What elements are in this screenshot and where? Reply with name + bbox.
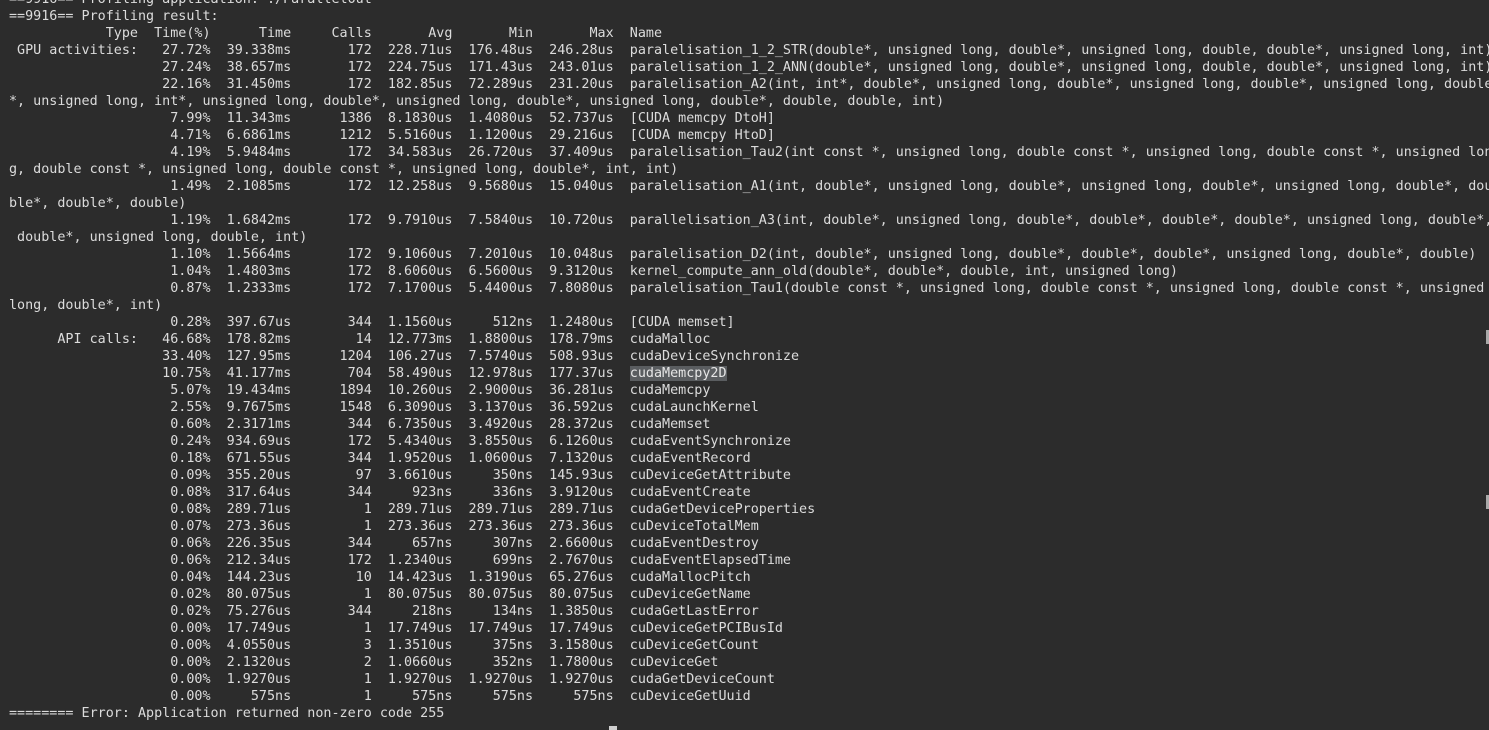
terminal-output[interactable]: ==9916== Profiling application: ./Parall… [0, 0, 1489, 722]
terminal-line: Type Time(%) Time Calls Avg Min Max Name [9, 26, 663, 41]
terminal-line: 22.16% 31.450ms 172 182.85us 72.289us 23… [9, 77, 1489, 92]
terminal-line: 0.02% 80.075us 1 80.075us 80.075us 80.07… [9, 587, 751, 602]
terminal-line: 0.28% 397.67us 344 1.1560us 512ns 1.2480… [9, 315, 735, 330]
terminal-line: 0.00% 4.0550us 3 1.3510us 375ns 3.1580us… [9, 638, 759, 653]
terminal-line: 0.07% 273.36us 1 273.36us 273.36us 273.3… [9, 519, 759, 534]
terminal-line: 0.60% 2.3171ms 344 6.7350us 3.4920us 28.… [9, 417, 711, 432]
terminal-line: 4.19% 5.9484ms 172 34.583us 26.720us 37.… [9, 145, 1489, 160]
terminal-line: API calls: 46.68% 178.82ms 14 12.773ms 1… [9, 332, 711, 347]
terminal-line: 0.18% 671.55us 344 1.9520us 1.0600us 7.1… [9, 451, 751, 466]
terminal-line: 0.00% 575ns 1 575ns 575ns 575ns cuDevice… [9, 689, 751, 704]
terminal-line: 0.24% 934.69us 172 5.4340us 3.8550us 6.1… [9, 434, 791, 449]
terminal-line: 0.87% 1.2333ms 172 7.1700us 5.4400us 7.8… [9, 281, 1485, 296]
terminal-line: long, double*, int) [9, 298, 163, 313]
terminal-line: 0.00% 2.1320us 2 1.0660us 352ns 1.7800us… [9, 655, 719, 670]
terminal-line: 0.00% 17.749us 1 17.749us 17.749us 17.74… [9, 621, 783, 636]
terminal-line: 2.55% 9.7675ms 1548 6.3090us 3.1370us 36… [9, 400, 759, 415]
terminal-line: 1.04% 1.4803ms 172 8.6060us 6.5600us 9.3… [9, 264, 1178, 279]
terminal-line: 0.08% 289.71us 1 289.71us 289.71us 289.7… [9, 502, 816, 517]
terminal-line: 1.10% 1.5664ms 172 9.1060us 7.2010us 10.… [9, 247, 1477, 262]
terminal-line: 0.06% 226.35us 344 657ns 307ns 2.6600us … [9, 536, 759, 551]
terminal-line: 0.04% 144.23us 10 14.423us 1.3190us 65.2… [9, 570, 751, 585]
terminal-line: ==9916== Profiling application: ./Parall… [9, 0, 1489, 8]
terminal-line: 33.40% 127.95ms 1204 106.27us 7.5740us 5… [9, 349, 800, 364]
terminal-line: ==9916== Profiling result: [9, 9, 219, 24]
terminal-line: 10.75% 41.177ms 704 58.490us 12.978us 17… [9, 366, 727, 381]
terminal-line: 0.09% 355.20us 97 3.6610us 350ns 145.93u… [9, 468, 791, 483]
terminal-line: ble*, double*, double) [9, 196, 187, 211]
terminal-cursor [609, 726, 617, 730]
terminal-line: *, unsigned long, int*, unsigned long, d… [9, 94, 945, 109]
terminal-line: g, double const *, unsigned long, double… [9, 162, 679, 177]
terminal-line: 0.06% 212.34us 172 1.2340us 699ns 2.7670… [9, 553, 791, 568]
terminal-line: ======== Error: Application returned non… [9, 706, 445, 721]
terminal-line: 0.00% 1.9270us 1 1.9270us 1.9270us 1.927… [9, 672, 775, 687]
terminal-line: 1.19% 1.6842ms 172 9.7910us 7.5840us 10.… [9, 213, 1489, 228]
terminal-line: 1.49% 2.1085ms 172 12.258us 9.5680us 15.… [9, 179, 1489, 194]
terminal-window[interactable]: ==9916== Profiling application: ./Parall… [0, 0, 1489, 730]
selected-text[interactable]: cudaMemcpy2D [629, 366, 727, 381]
terminal-line: 7.99% 11.343ms 1386 8.1830us 1.4080us 52… [9, 111, 775, 126]
terminal-line: 5.07% 19.434ms 1894 10.260us 2.9000us 36… [9, 383, 711, 398]
terminal-line: double*, unsigned long, double, int) [9, 230, 308, 245]
terminal-line: 0.02% 75.276us 344 218ns 134ns 1.3850us … [9, 604, 759, 619]
terminal-line: 27.24% 38.657ms 172 224.75us 171.43us 24… [9, 60, 1489, 75]
terminal-line: 0.08% 317.64us 344 923ns 336ns 3.9120us … [9, 485, 751, 500]
terminal-line: 4.71% 6.6861ms 1212 5.5160us 1.1200us 29… [9, 128, 775, 143]
terminal-line: GPU activities: 27.72% 39.338ms 172 228.… [9, 43, 1489, 58]
